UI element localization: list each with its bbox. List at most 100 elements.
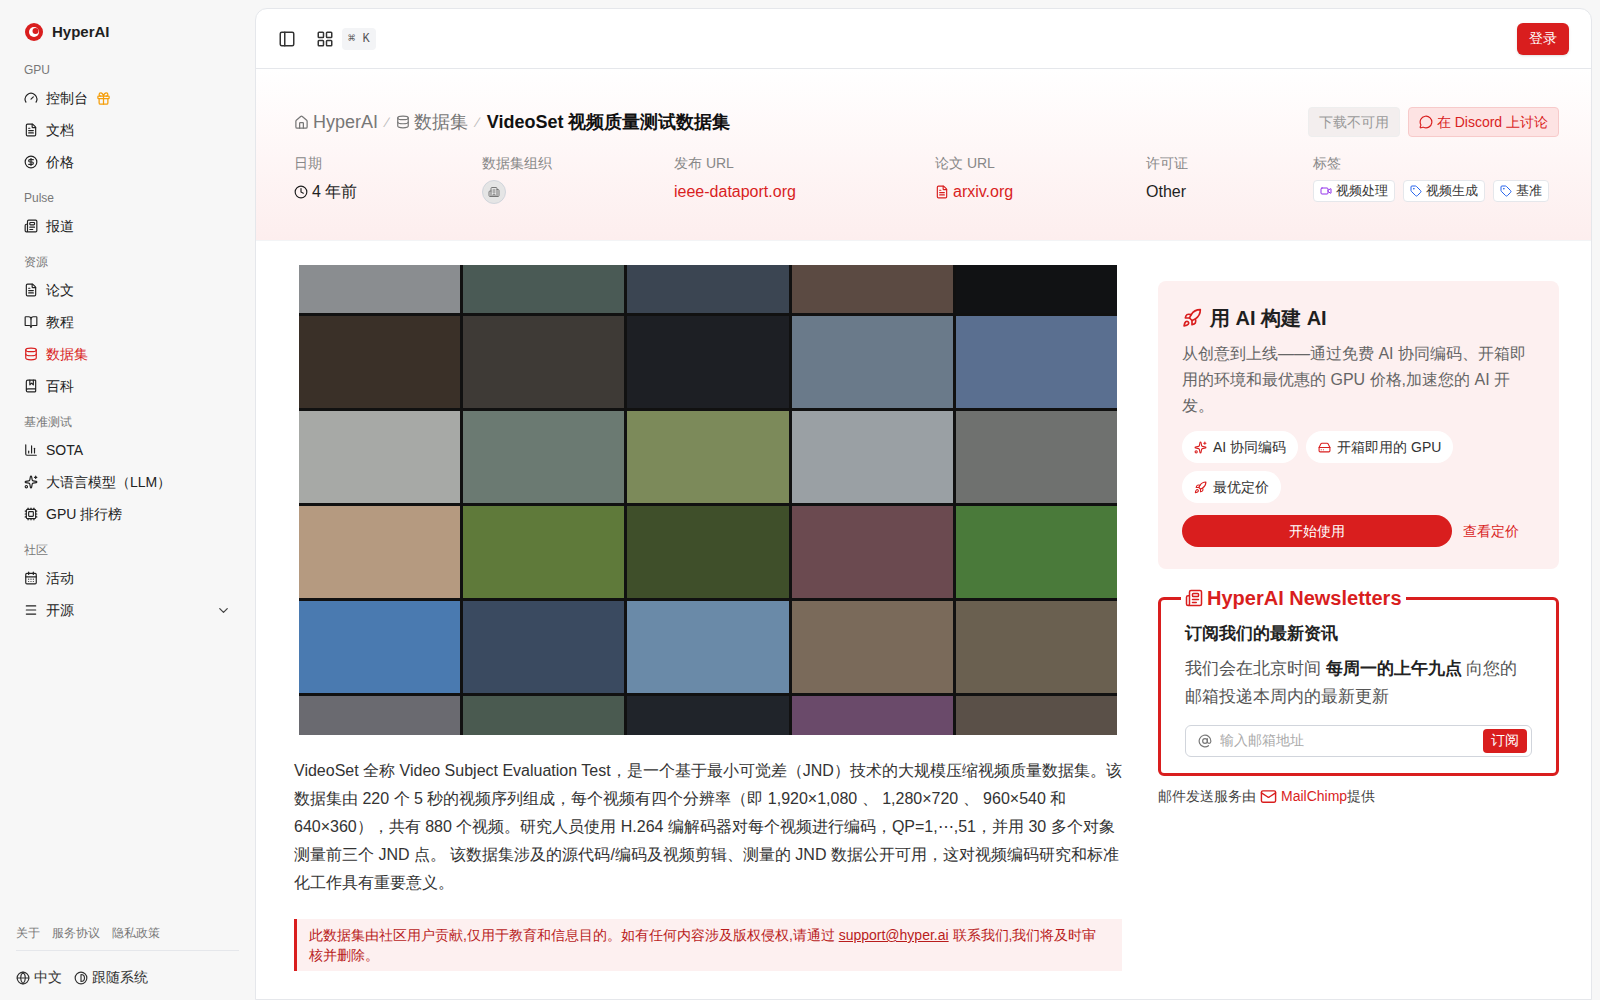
download-button: 下载不可用 [1308, 107, 1400, 137]
sidebar-item-icon [24, 219, 38, 233]
promo-text: 从创意到上线——通过免费 AI 协同编码、开箱即用的环境和最优惠的 GPU 价格… [1182, 341, 1535, 419]
newsletter-title: HyperAI Newsletters [1181, 583, 1406, 613]
tag[interactable]: 基准 [1493, 180, 1549, 202]
panel-left-icon[interactable] [278, 30, 296, 48]
feature-chip: AI 协同编码 [1182, 431, 1298, 463]
paper-icon [935, 185, 949, 199]
sidebar-item[interactable]: 大语言模型（LLM） [16, 466, 239, 498]
subscribe-button[interactable]: 订阅 [1483, 729, 1527, 753]
newsletter: HyperAI Newsletters订阅我们的最新资讯我们会在北京时间 每周一… [1158, 583, 1559, 776]
tag-icon [1410, 185, 1422, 197]
footer-link[interactable]: 隐私政策 [112, 924, 160, 942]
feature-chip-icon [1194, 481, 1207, 494]
contrast-icon [74, 971, 88, 985]
breadcrumb-item[interactable]: 数据集 [396, 109, 468, 136]
login-button[interactable]: 登录 [1517, 23, 1569, 55]
sidebar-item[interactable]: 活动 [16, 562, 239, 594]
breadcrumb-separator-icon: ∕ [386, 112, 388, 133]
footer-link[interactable]: 服务协议 [52, 924, 100, 942]
tag[interactable]: 视频生成 [1403, 180, 1485, 202]
sidebar-nav: GPU控制台文档价格Pulse报道资源论文教程数据集百科基准测试SOTA大语言模… [16, 58, 239, 634]
sidebar-item-icon [24, 315, 38, 329]
home-icon [294, 115, 309, 130]
side-column: 用 AI 构建 AI从创意到上线——通过免费 AI 协同编码、开箱即用的环境和最… [1158, 265, 1559, 971]
breadcrumb: HyperAI∕数据集∕VideoSet 视频质量测试数据集 [294, 109, 730, 136]
content: VideoSet 全称 Video Subject Evaluation Tes… [256, 241, 1591, 971]
sidebar-section-label: 社区 [16, 538, 239, 562]
sidebar-item-icon [24, 347, 38, 361]
sidebar-item[interactable]: 价格 [16, 146, 239, 178]
newsletter-icon [1185, 589, 1203, 607]
feature-chip: 最优定价 [1182, 471, 1281, 503]
notice: 此数据集由社区用户贡献,仅用于教育和信息目的。如有任何内容涉及版权侵权,请通过 … [294, 919, 1122, 971]
apps-icon[interactable] [316, 30, 334, 48]
sidebar-item[interactable]: 论文 [16, 274, 239, 306]
sidebar-section: GPU控制台文档价格 [16, 58, 239, 178]
brand[interactable]: HyperAI [16, 20, 239, 44]
tag-icon [1500, 185, 1512, 197]
sidebar-item-icon [24, 603, 38, 617]
start-button[interactable]: 开始使用 [1182, 515, 1452, 547]
theme-switch[interactable]: 跟随系统 [74, 967, 148, 988]
shortcut-key: ⌘ K [342, 28, 376, 50]
mailchimp-link[interactable]: MailChimp [1281, 786, 1347, 807]
breadcrumb-item[interactable]: HyperAI [294, 109, 378, 136]
sidebar-item[interactable]: GPU 排行榜 [16, 498, 239, 530]
footer-link[interactable]: 关于 [16, 924, 40, 942]
sidebar-item-icon [24, 571, 38, 585]
sidebar-section: 资源论文教程数据集百科 [16, 250, 239, 402]
meta-tags: 标签视频处理视频生成基准 [1313, 153, 1559, 204]
sidebar-item[interactable]: 文档 [16, 114, 239, 146]
discord-icon [1419, 115, 1433, 129]
sidebar-item-icon [24, 475, 38, 489]
dataset-header: HyperAI∕数据集∕VideoSet 视频质量测试数据集下载不可用在 Dis… [256, 69, 1591, 241]
sidebar-section-label: GPU [16, 58, 239, 82]
tag[interactable]: 视频处理 [1313, 180, 1395, 202]
description: VideoSet 全称 Video Subject Evaluation Tes… [294, 757, 1122, 897]
sidebar-item-icon [24, 507, 38, 521]
hyperai-logo-icon [24, 22, 44, 42]
breadcrumb-item: VideoSet 视频质量测试数据集 [487, 109, 731, 136]
sidebar-item-icon [24, 283, 38, 297]
clock-icon [294, 185, 308, 199]
sidebar-item-icon [24, 155, 38, 169]
publish-link[interactable]: ieee-dataport.org [674, 180, 935, 204]
sidebar: HyperAIGPU控制台文档价格Pulse报道资源论文教程数据集百科基准测试S… [0, 0, 255, 1000]
main-column: VideoSet 全称 Video Subject Evaluation Tes… [294, 265, 1122, 971]
promo-card: 用 AI 构建 AI从创意到上线——通过免费 AI 协同编码、开箱即用的环境和最… [1158, 281, 1559, 569]
support-email-link[interactable]: support@hyper.ai [839, 927, 949, 943]
sidebar-footer-links: 关于服务协议隐私政策 [16, 924, 239, 951]
gift-icon [96, 91, 111, 106]
sidebar-item[interactable]: SOTA [16, 434, 239, 466]
mail-credit: 邮件发送服务由 MailChimp 提供 [1158, 786, 1559, 807]
sidebar-item[interactable]: 数据集 [16, 338, 239, 370]
meta-org: 数据集组织 [482, 153, 674, 204]
video-icon [1320, 185, 1332, 197]
database-icon [396, 115, 410, 129]
paper-link[interactable]: arxiv.org [935, 180, 1146, 204]
topbar: ⌘ K 登录 [256, 9, 1591, 69]
sidebar-item[interactable]: 百科 [16, 370, 239, 402]
sidebar-item[interactable]: 教程 [16, 306, 239, 338]
discord-button[interactable]: 在 Discord 上讨论 [1408, 107, 1559, 137]
org-logo-icon[interactable] [482, 180, 506, 204]
meta-license: 许可证Other [1146, 153, 1313, 204]
chevron-down-icon [216, 603, 231, 618]
page: HyperAIGPU控制台文档价格Pulse报道资源论文教程数据集百科基准测试S… [0, 0, 1600, 1000]
feature-chip: 开箱即用的 GPU [1306, 431, 1453, 463]
sidebar-section-label: Pulse [16, 186, 239, 210]
sidebar-item[interactable]: 开源 [16, 594, 239, 626]
rocket-icon [1182, 308, 1202, 328]
meta-date: 日期4 年前 [294, 153, 482, 204]
meta-paper: 论文 URLarxiv.org [935, 153, 1146, 204]
pricing-link[interactable]: 查看定价 [1463, 521, 1519, 542]
sidebar-section-label: 资源 [16, 250, 239, 274]
cover-image [299, 265, 1117, 735]
sidebar-item-icon [24, 379, 38, 393]
sidebar-section: Pulse报道 [16, 186, 239, 242]
globe-icon [16, 971, 30, 985]
sidebar-item[interactable]: 控制台 [16, 82, 239, 114]
email-input[interactable] [1220, 730, 1483, 751]
language-switch[interactable]: 中文 [16, 967, 62, 988]
sidebar-item[interactable]: 报道 [16, 210, 239, 242]
